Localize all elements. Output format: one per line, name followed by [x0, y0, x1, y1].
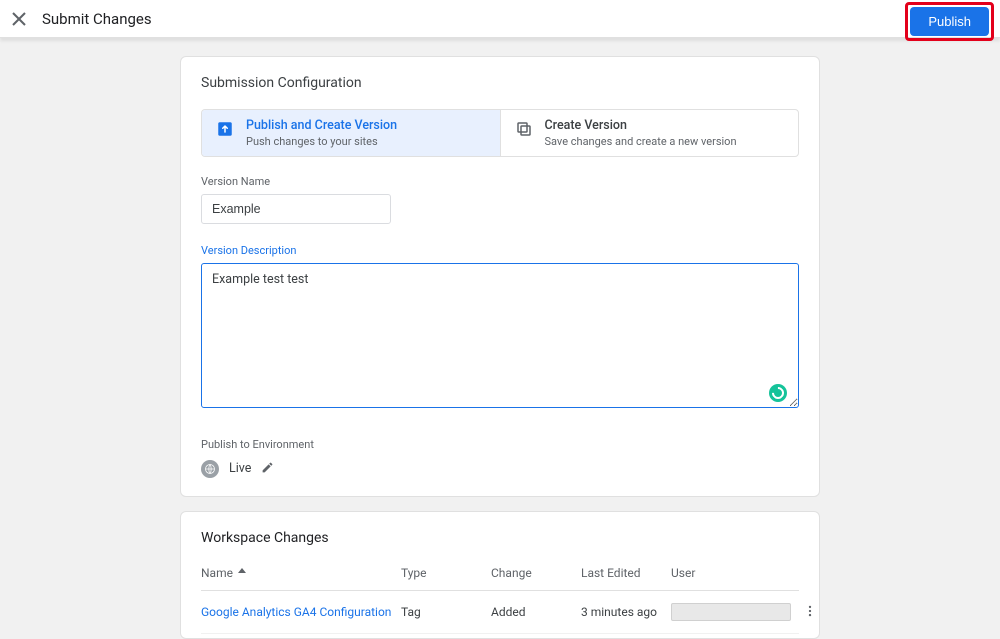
versions-icon: [515, 120, 533, 138]
row-user-chip: [671, 603, 791, 621]
row-edited: 3 minutes ago: [581, 605, 671, 619]
tab-publish-and-create[interactable]: Publish and Create Version Push changes …: [202, 110, 500, 156]
col-name-label: Name: [201, 566, 233, 580]
publish-highlight: Publish: [905, 2, 994, 41]
submission-tabs: Publish and Create Version Push changes …: [201, 109, 799, 157]
workspace-changes-card: Workspace Changes Name Type Change Last …: [180, 511, 820, 639]
kebab-icon: [803, 604, 817, 618]
env-name: Live: [229, 461, 251, 476]
version-desc-label: Version Description: [201, 244, 799, 257]
version-name-input[interactable]: [201, 194, 391, 224]
row-change: Added: [491, 605, 581, 619]
tab-title: Publish and Create Version: [246, 118, 397, 133]
row-name-link[interactable]: Google Analytics GA4 Configuration: [201, 605, 401, 619]
tab-subtitle: Save changes and create a new version: [545, 135, 737, 148]
close-button[interactable]: [0, 0, 38, 38]
grammarly-icon[interactable]: [769, 384, 787, 402]
close-icon: [12, 12, 26, 26]
row-actions-menu[interactable]: [803, 604, 817, 621]
tab-subtitle: Push changes to your sites: [246, 135, 397, 148]
publish-button[interactable]: Publish: [910, 7, 989, 36]
col-user[interactable]: User: [671, 566, 773, 580]
col-change[interactable]: Change: [491, 566, 581, 580]
table-row: Google Analytics GA4 Configuration Tag A…: [201, 591, 799, 634]
page-title: Submit Changes: [42, 10, 152, 28]
pencil-icon: [261, 461, 274, 474]
upload-icon: [216, 120, 234, 138]
version-name-label: Version Name: [201, 175, 799, 188]
col-edited[interactable]: Last Edited: [581, 566, 671, 580]
workspace-changes-title: Workspace Changes: [181, 512, 819, 554]
globe-icon: [201, 460, 219, 478]
sort-asc-icon: [237, 566, 247, 580]
submission-config-title: Submission Configuration: [201, 75, 799, 91]
col-name[interactable]: Name: [201, 566, 401, 580]
top-bar: Submit Changes Publish: [0, 0, 1000, 38]
row-type: Tag: [401, 605, 491, 619]
edit-env-button[interactable]: [261, 459, 274, 478]
col-type[interactable]: Type: [401, 566, 491, 580]
tab-create-version[interactable]: Create Version Save changes and create a…: [500, 110, 799, 156]
submission-config-card: Submission Configuration Publish and Cre…: [180, 56, 820, 497]
tab-title: Create Version: [545, 118, 737, 133]
version-desc-textarea[interactable]: [201, 263, 799, 408]
publish-env-label: Publish to Environment: [201, 438, 799, 451]
